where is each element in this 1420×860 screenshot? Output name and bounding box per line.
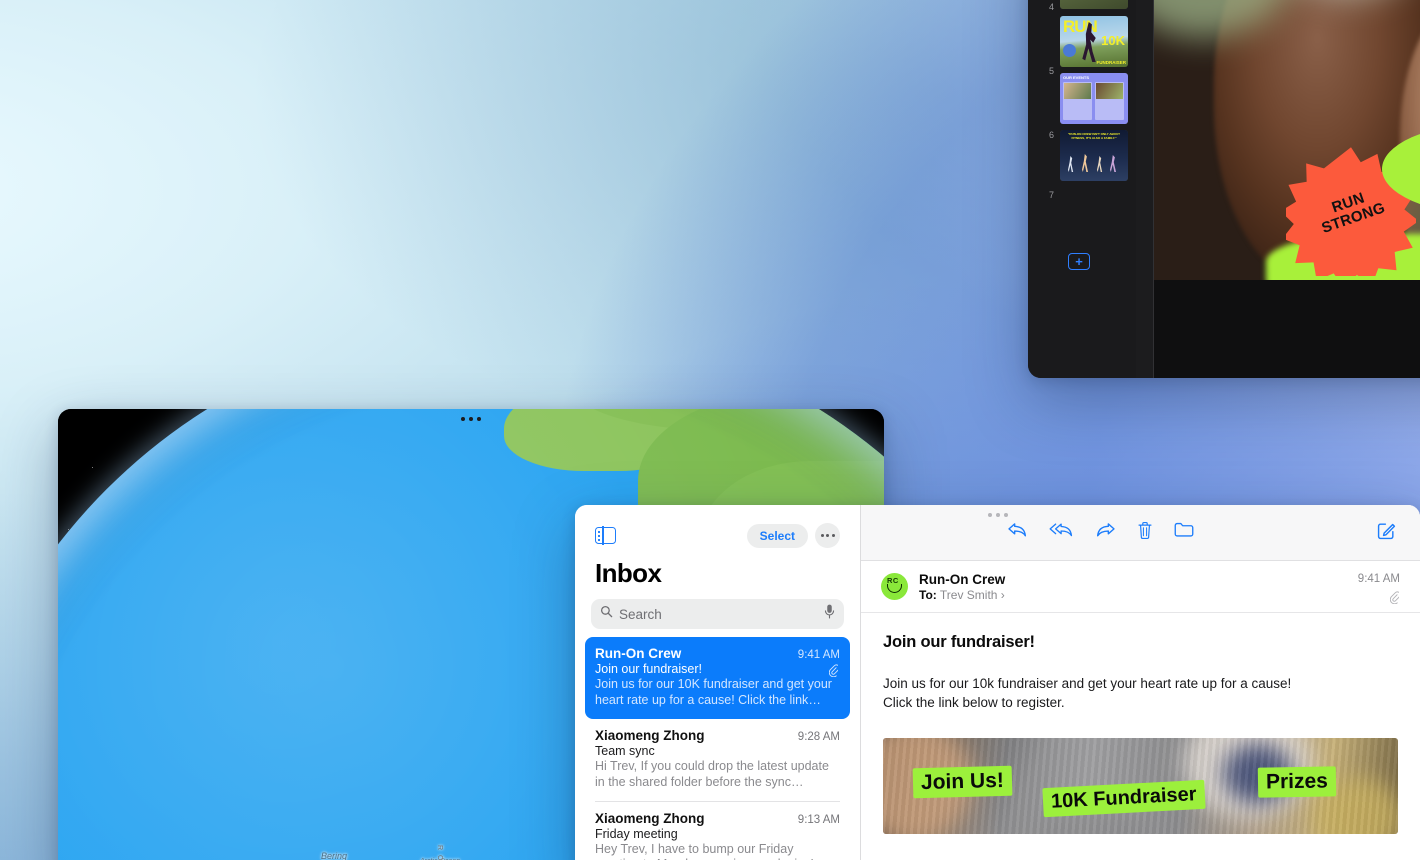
select-button[interactable]: Select (746, 523, 808, 548)
message-list-header: Select (575, 505, 860, 548)
fundraiser-banner-image[interactable]: Join Us! 10K Fundraiser Prizes (883, 738, 1398, 835)
mail-window-grabber[interactable] (987, 513, 1008, 517)
slide5-caption: FUNDRAISER (1096, 60, 1126, 65)
recipient-name: Trev Smith (939, 587, 998, 602)
folder-icon[interactable] (1174, 521, 1194, 545)
message-list-pane[interactable]: Select Inbox Search Run-On Crew 9:41 AM … (575, 505, 860, 860)
slide-thumbnail-5[interactable]: RUN 10K FUNDRAISER (1060, 16, 1128, 67)
slide7-title: "RUN-ON CREW ISN'T ONLY ABOUT FITNESS, I… (1067, 132, 1121, 140)
slide-thumbnail-7[interactable]: "RUN-ON CREW ISN'T ONLY ABOUT FITNESS, I… (1060, 130, 1128, 181)
avatar: RC (881, 573, 908, 600)
message-time: 9:13 AM (797, 813, 840, 826)
mail-window[interactable]: Select Inbox Search Run-On Crew 9:41 AM … (575, 505, 1420, 860)
list-item[interactable]: Run-On Crew 9:41 AM Join our fundraiser!… (585, 637, 850, 719)
message-body-line-1: Join us for our 10k fundraiser and get y… (883, 676, 1292, 691)
message-body-line-2: Click the link below to register. (883, 695, 1065, 711)
message-subject: Join our fundraiser! (595, 662, 703, 676)
to-label: To: (919, 587, 937, 602)
ellipsis-icon[interactable] (815, 523, 840, 548)
message-subject: Friday meeting (595, 826, 678, 841)
search-icon (600, 605, 613, 623)
message-subject-heading: Join our fundraiser! (883, 633, 1035, 651)
map-label-bering: Bering (321, 851, 348, 860)
slide5-sub: 10K (1101, 33, 1125, 48)
slide-number-6: 6 (1048, 130, 1054, 140)
microphone-icon[interactable] (824, 604, 835, 624)
mail-toolbar-actions[interactable] (1007, 521, 1194, 545)
slide-canvas[interactable]: R U C RUN STRONG COMMUNITY FUNDRAISER 10… (1154, 0, 1420, 378)
message-header: RC Run-On Crew To: Trev Smith › 9:41 AM (861, 561, 1420, 613)
trash-icon[interactable] (1137, 521, 1153, 545)
slide5-title: RUN (1063, 17, 1098, 36)
message-sender-name: Run-On Crew (919, 571, 1006, 587)
message-time: 9:41 AM (797, 649, 840, 661)
message-body: Join us for our 10k fundraiser and get y… (861, 652, 1420, 712)
mail-toolbar[interactable] (861, 505, 1420, 561)
slide6-title: OUR EVENTS (1063, 75, 1090, 80)
maps-window-grabber[interactable] (461, 417, 481, 421)
message-timestamp: 9:41 AM (1357, 573, 1400, 585)
map-label-rocky-mountains: ROCKY MOUNTAIN (436, 845, 443, 860)
message-preview: Hey Trev, I have to bump our Friday meet… (595, 841, 814, 860)
message-header-text: Run-On Crew To: Trev Smith › (919, 572, 1005, 602)
page-title: Inbox (595, 558, 662, 588)
message-sender: Run-On Crew (595, 646, 682, 661)
message-subject: Team sync (595, 743, 655, 758)
compose-icon[interactable] (1377, 521, 1396, 545)
slide-number-4: 4 (1048, 2, 1054, 12)
add-slide-button[interactable]: + (1068, 253, 1090, 270)
slide-navigator[interactable]: 4 5 RUN 10K FUNDRAISER 6 OUR EVENTS 7 "R… (1028, 0, 1136, 378)
slide-number-7: 7 (1048, 190, 1054, 200)
reply-all-icon[interactable] (1049, 521, 1074, 545)
paperclip-icon (1389, 591, 1401, 607)
add-slide-label: + (1075, 254, 1083, 269)
smile-icon (887, 584, 902, 593)
forward-icon[interactable] (1095, 521, 1116, 545)
message-preview: Hi Trev, If you could drop the latest up… (595, 758, 829, 789)
message-preview: Join us for our 10K fundraiser and get y… (595, 677, 832, 707)
search-placeholder: Search (619, 606, 662, 622)
sidebar-toggle-icon[interactable] (595, 526, 616, 545)
slide-thumbnail-4[interactable] (1060, 0, 1128, 9)
chevron-right-icon: › (1000, 587, 1005, 602)
message-sender: Xiaomeng Zhong (595, 727, 705, 743)
slide-thumbnail-6[interactable]: OUR EVENTS (1060, 73, 1128, 124)
banner-tag-join-us: Join Us! (912, 766, 1013, 799)
search-input[interactable]: Search (591, 599, 844, 629)
message-list-actions: Select (746, 523, 840, 548)
list-item[interactable]: Xiaomeng Zhong 9:28 AM Team sync Hi Trev… (585, 719, 850, 801)
banner-tag-prizes: Prizes (1257, 766, 1337, 798)
list-item[interactable]: Xiaomeng Zhong 9:13 AM Friday meeting He… (585, 802, 850, 860)
paperclip-icon (828, 664, 840, 680)
message-sender: Xiaomeng Zhong (595, 810, 705, 826)
reply-icon[interactable] (1007, 521, 1028, 545)
message-recipient[interactable]: To: Trev Smith › (919, 588, 1005, 602)
message-detail-pane[interactable]: RC Run-On Crew To: Trev Smith › 9:41 AM … (861, 505, 1420, 860)
message-time: 9:28 AM (797, 730, 840, 743)
message-list[interactable]: Run-On Crew 9:41 AM Join our fundraiser!… (575, 637, 860, 860)
presentation-window[interactable]: 4 5 RUN 10K FUNDRAISER 6 OUR EVENTS 7 "R… (1028, 0, 1420, 378)
slide-number-5: 5 (1048, 66, 1054, 76)
